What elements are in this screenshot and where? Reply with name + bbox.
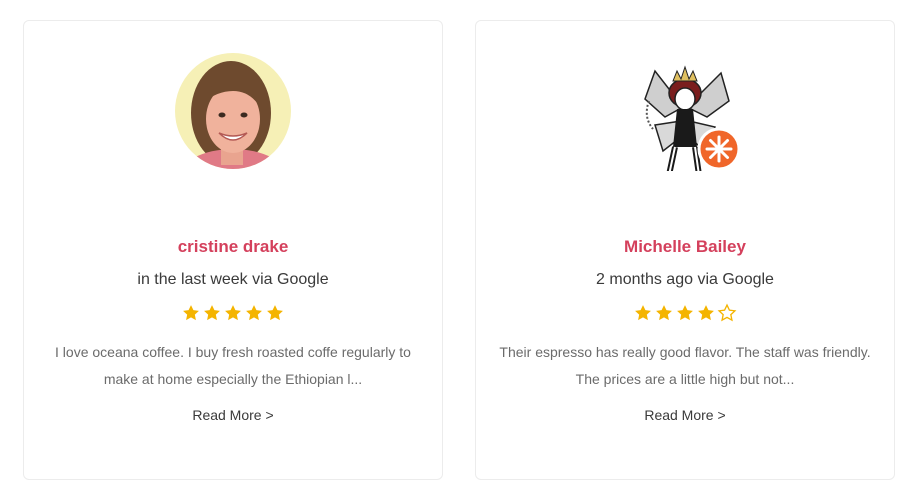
star-icon [223,303,243,323]
star-icon [675,303,695,323]
read-more-link[interactable]: Read More > [476,407,894,423]
review-text: Their espresso has really good flavor. T… [499,344,871,387]
review-text: I love oceana coffee. I buy fresh roaste… [55,344,411,387]
star-icon [202,303,222,323]
star-icon [696,303,716,323]
star-icon [654,303,674,323]
reviewer-name[interactable]: Michelle Bailey [476,237,894,257]
star-outline-icon [717,303,737,323]
reviewer-name[interactable]: cristine drake [24,237,442,257]
local-guide-badge-icon [697,127,741,171]
star-rating [476,303,894,323]
star-icon [633,303,653,323]
review-card: cristine drake in the last week via Goog… [23,20,443,480]
star-icon [244,303,264,323]
star-rating [24,303,442,323]
read-more-link[interactable]: Read More > [24,407,442,423]
profile-photo-icon [173,51,293,171]
star-icon [181,303,201,323]
star-icon [265,303,285,323]
fairy-avatar-icon [625,51,745,171]
review-card: Michelle Bailey 2 months ago via Google … [475,20,895,480]
reviews-grid: cristine drake in the last week via Goog… [0,0,919,499]
review-meta: 2 months ago via Google [596,271,774,288]
review-meta: in the last week via Google [137,271,329,288]
